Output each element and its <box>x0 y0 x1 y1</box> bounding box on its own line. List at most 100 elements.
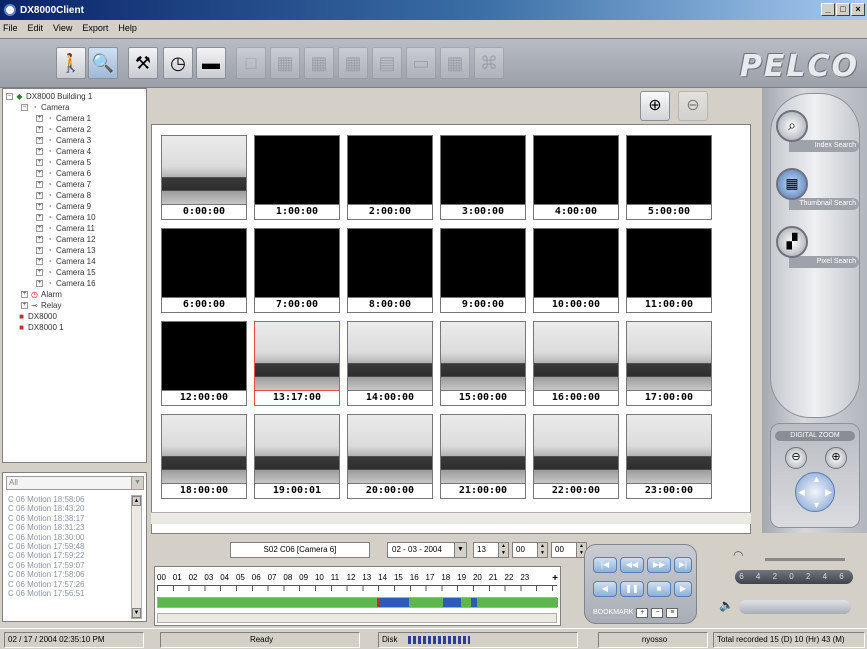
thumbnail-image[interactable] <box>626 135 712 205</box>
index-search-button[interactable]: ⌕ <box>776 110 808 142</box>
thumbnail-tile[interactable]: 6:00:00 <box>161 228 247 313</box>
thumbnail-image[interactable] <box>626 228 712 298</box>
date-picker[interactable]: 02 - 03 - 2004 ▼ <box>387 542 467 558</box>
thumbnail-image[interactable] <box>626 321 712 391</box>
tree-camera-item[interactable]: + ◔ Camera 15 <box>3 267 146 278</box>
second-spinner[interactable]: 00 ▲ ▼ <box>551 542 587 558</box>
minute-spinner[interactable]: 00 ▲ ▼ <box>512 542 548 558</box>
thumbnail-tile[interactable]: 4:00:00 <box>533 135 619 220</box>
menu-file[interactable]: File <box>3 23 18 33</box>
play-button[interactable]: ▶ <box>674 581 692 597</box>
thumbnail-image[interactable] <box>161 228 247 298</box>
tree-camera-item[interactable]: + ◔ Camera 13 <box>3 245 146 256</box>
minimize-button[interactable]: _ <box>821 3 835 16</box>
event-filter-select[interactable]: All ▼ <box>6 476 144 490</box>
thumbnail-tile[interactable]: 23:00:00 <box>626 414 712 499</box>
menu-export[interactable]: Export <box>82 23 108 33</box>
expand-icon[interactable]: + <box>36 280 43 288</box>
tree-camera-item[interactable]: + ◔ Camera 11 <box>3 223 146 234</box>
step-back-button[interactable]: ◀ <box>593 581 617 597</box>
layout-custom-button[interactable]: ▤ <box>372 47 402 79</box>
close-button[interactable]: × <box>851 3 865 16</box>
scroll-down-icon[interactable]: ▼ <box>132 608 141 618</box>
tree-camera-item[interactable]: + ◔ Camera 3 <box>3 135 146 146</box>
layout-1-button[interactable]: □ <box>236 47 266 79</box>
spinner-arrows-icon[interactable]: ▲ ▼ <box>537 543 547 557</box>
stop-button[interactable]: ■ <box>647 581 671 597</box>
thumbnail-image[interactable] <box>254 135 340 205</box>
thumbnail-image[interactable] <box>440 414 526 484</box>
thumbnail-tile[interactable]: 20:00:00 <box>347 414 433 499</box>
expand-icon[interactable]: + <box>36 137 43 145</box>
thumbnail-image[interactable] <box>254 414 340 484</box>
tree-camera-item[interactable]: + ◔ Camera 1 <box>3 113 146 124</box>
thumbnail-image[interactable] <box>533 321 619 391</box>
collapse-icon[interactable]: − <box>6 93 13 101</box>
event-item[interactable]: C 06 Motion 18:58:06 <box>8 495 132 504</box>
thumbnail-tile[interactable]: 0:00:00 <box>161 135 247 220</box>
pan-left-icon[interactable]: ◀ <box>798 487 805 498</box>
thumbnail-tile[interactable]: 1:00:00 <box>254 135 340 220</box>
thumbnail-tile[interactable]: 21:00:00 <box>440 414 526 499</box>
hour-spinner[interactable]: 13 ▲ ▼ <box>473 542 509 558</box>
thumbnail-tile[interactable]: 8:00:00 <box>347 228 433 313</box>
expand-icon[interactable]: + <box>36 192 43 200</box>
thumbnail-tile[interactable]: 19:00:01 <box>254 414 340 499</box>
schedule-button[interactable]: ◷ <box>163 47 193 79</box>
setup-button[interactable]: ⚒ <box>128 47 158 79</box>
expand-icon[interactable]: + <box>36 269 43 277</box>
layout-9-button[interactable]: ▦ <box>304 47 334 79</box>
thumbnail-image[interactable] <box>161 321 247 391</box>
thumbnail-image[interactable] <box>440 135 526 205</box>
tree-camera-item[interactable]: + ◔ Camera 9 <box>3 201 146 212</box>
expand-icon[interactable]: + <box>36 170 43 178</box>
menu-help[interactable]: Help <box>118 23 137 33</box>
recording-timeline[interactable]: 00 01 02 03 04 05 06 07 08 09 10 11 12 13 14 15 16 17 18 19… <box>154 566 561 626</box>
pan-down-icon[interactable]: ▼ <box>812 500 821 510</box>
go-start-button[interactable]: |◀ <box>593 557 617 573</box>
bookmark-add-icon[interactable]: + <box>636 608 649 618</box>
collapse-icon[interactable]: − <box>21 104 28 112</box>
add-time-button[interactable]: ⊕ <box>640 91 670 121</box>
tree-camera-item[interactable]: + ◔ Camera 4 <box>3 146 146 157</box>
timeline-scrollbar[interactable] <box>157 613 557 623</box>
thumbnail-tile[interactable]: 17:00:00 <box>626 321 712 406</box>
thumbnail-tile[interactable]: 18:00:00 <box>161 414 247 499</box>
fast-forward-button[interactable]: ▶▶ <box>647 557 671 573</box>
tree-server[interactable]: ■ DX8000 1 <box>3 322 146 333</box>
thumbnail-image[interactable] <box>254 321 340 391</box>
layout-16-button[interactable]: ▦ <box>338 47 368 79</box>
event-item[interactable]: C 06 Motion 17:57:26 <box>8 580 132 589</box>
menu-view[interactable]: View <box>53 23 72 33</box>
tree-camera-item[interactable]: + ◔ Camera 12 <box>3 234 146 245</box>
event-item[interactable]: C 06 Motion 17:56:51 <box>8 589 132 598</box>
event-scrollbar[interactable]: ▲ ▼ <box>131 495 142 619</box>
event-item[interactable]: C 06 Motion 18:43:20 <box>8 504 132 513</box>
pixel-search-button[interactable]: ▞ <box>776 226 808 258</box>
pause-button[interactable]: ❚❚ <box>620 581 644 597</box>
thumbnail-image[interactable] <box>161 135 247 205</box>
expand-icon[interactable]: + <box>36 181 43 189</box>
thumbnail-image[interactable] <box>626 414 712 484</box>
expand-icon[interactable]: + <box>36 126 43 134</box>
live-view-button[interactable]: 🚶 <box>56 47 86 79</box>
expand-icon[interactable]: + <box>36 236 43 244</box>
thumbnail-tile[interactable]: 9:00:00 <box>440 228 526 313</box>
zoom-in-button[interactable]: ⊕ <box>825 447 847 469</box>
event-item[interactable]: C 06 Motion 18:38:17 <box>8 514 132 523</box>
thumbnail-tile[interactable]: 11:00:00 <box>626 228 712 313</box>
go-end-button[interactable]: ▶| <box>674 557 692 573</box>
expand-icon[interactable]: + <box>21 291 28 299</box>
thumbnail-tile[interactable]: 10:00:00 <box>533 228 619 313</box>
sequence-button[interactable]: ▭ <box>406 47 436 79</box>
scroll-up-icon[interactable]: ▲ <box>132 496 141 506</box>
thumbnail-tile[interactable]: 12:00:00 <box>161 321 247 406</box>
tree-camera-item[interactable]: + ◔ Camera 7 <box>3 179 146 190</box>
bookmark-remove-icon[interactable]: − <box>651 608 664 618</box>
tree-relay[interactable]: + ⊸ Relay <box>3 300 146 311</box>
thumbnail-image[interactable] <box>254 228 340 298</box>
expand-icon[interactable]: + <box>36 148 43 156</box>
thumbnail-tile[interactable]: 22:00:00 <box>533 414 619 499</box>
expand-icon[interactable]: + <box>36 159 43 167</box>
pan-direction-pad[interactable]: ▲ ▼ ◀ ▶ <box>795 472 835 512</box>
